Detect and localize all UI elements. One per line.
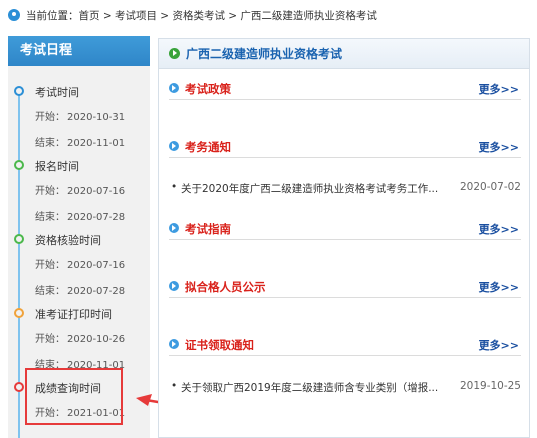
arrow-circle-icon xyxy=(169,281,179,291)
divider xyxy=(169,157,521,158)
bullet-icon: • xyxy=(171,181,178,193)
more-link[interactable]: 更多>> xyxy=(479,81,519,97)
location-icon xyxy=(8,9,20,21)
timeline-dot-icon xyxy=(14,86,24,96)
schedule-item-title: 资格核验时间 xyxy=(35,234,101,247)
more-link[interactable]: 更多>> xyxy=(479,139,519,155)
schedule-start: 开始： 2020-07-16 xyxy=(35,260,126,271)
news-title[interactable]: 关于2020年度广西二级建造师执业资格考试考务工作... xyxy=(181,181,451,196)
section-title[interactable]: 拟合格人员公示 xyxy=(185,279,266,295)
arrow-circle-icon xyxy=(169,223,179,233)
section-title[interactable]: 考务通知 xyxy=(185,139,231,155)
schedule-end: 结束： 2020-11-01 xyxy=(35,138,126,149)
arrow-circle-icon xyxy=(169,141,179,151)
arrow-circle-icon xyxy=(169,83,179,93)
section-title[interactable]: 证书领取通知 xyxy=(185,337,254,353)
more-link[interactable]: 更多>> xyxy=(479,279,519,295)
panel-title: 广西二级建造师执业资格考试 xyxy=(186,47,343,61)
divider xyxy=(169,297,521,298)
news-date: 2020-07-02 xyxy=(459,181,521,193)
timeline-dot-icon xyxy=(14,308,24,318)
highlight-box xyxy=(25,368,123,425)
divider xyxy=(169,99,521,100)
news-date: 2019-10-25 xyxy=(459,380,521,392)
schedule-item-title: 考试时间 xyxy=(35,86,79,99)
schedule-title: 考试日程 xyxy=(8,36,150,66)
schedule-start: 开始： 2020-10-26 xyxy=(35,334,126,345)
section-title[interactable]: 考试政策 xyxy=(185,81,231,97)
arrow-circle-icon xyxy=(169,339,179,349)
timeline-dot-icon xyxy=(14,234,24,244)
timeline-dot-icon xyxy=(14,382,24,392)
panel-header: 广西二级建造师执业资格考试 xyxy=(159,39,529,69)
more-link[interactable]: 更多>> xyxy=(479,221,519,237)
schedule-start: 开始： 2020-10-31 xyxy=(35,112,126,123)
divider xyxy=(169,355,521,356)
exam-info-panel: 广西二级建造师执业资格考试 考试政策 更多>> 考务通知 更多>> • 关于20… xyxy=(158,38,530,438)
timeline-dot-icon xyxy=(14,160,24,170)
breadcrumb: 当前位置：首页 > 考试项目 > 资格类考试 > 广西二级建造师执业资格考试 xyxy=(0,0,537,30)
schedule-end: 结束： 2020-07-28 xyxy=(35,286,126,297)
schedule-end: 结束： 2020-07-28 xyxy=(35,212,126,223)
bullet-icon: • xyxy=(171,380,178,392)
breadcrumb-text[interactable]: 当前位置：首页 > 考试项目 > 资格类考试 > 广西二级建造师执业资格考试 xyxy=(26,8,377,23)
divider xyxy=(169,239,521,240)
play-circle-icon xyxy=(169,48,180,59)
schedule-item-title: 报名时间 xyxy=(35,160,79,173)
more-link[interactable]: 更多>> xyxy=(479,337,519,353)
schedule-start: 开始： 2020-07-16 xyxy=(35,186,126,197)
schedule-item-title: 准考证打印时间 xyxy=(35,308,112,321)
section-title[interactable]: 考试指南 xyxy=(185,221,231,237)
news-title[interactable]: 关于领取广西2019年度二级建造师含专业类别（增报... xyxy=(181,380,451,395)
